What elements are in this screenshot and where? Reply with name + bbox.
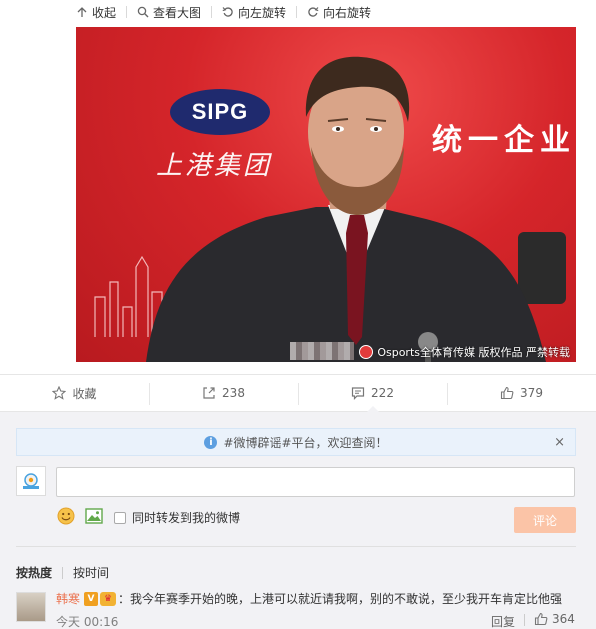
rotate-right-label: 向右旋转 — [323, 5, 372, 20]
image-icon[interactable] — [85, 508, 103, 524]
thumbs-up-icon — [534, 612, 548, 626]
like-button[interactable]: 379 — [447, 375, 596, 411]
favorite-button[interactable]: 收藏 — [0, 375, 149, 411]
verified-badge-icon: V — [84, 591, 99, 606]
like-count: 379 — [520, 386, 543, 400]
watermark-text: Osports全体育传媒 版权作品 严禁转载 — [377, 346, 570, 359]
repost-button[interactable]: 238 — [149, 375, 298, 411]
collapse-icon — [77, 7, 87, 17]
watermark-logo-icon — [359, 345, 374, 359]
comment-panel: i #微博辟谣#平台，欢迎查阅！ × 同时转发到我的微博 评论 按热度 按时间 … — [0, 412, 596, 629]
comment-count: 222 — [371, 386, 394, 400]
photo-watermark: Osports全体育传媒 版权作品 严禁转载 — [359, 344, 570, 360]
reply-button[interactable]: 回复 — [491, 613, 515, 629]
blurred-region — [290, 342, 354, 360]
collapse-label: 收起 — [92, 5, 117, 20]
comment-button[interactable]: 222 — [298, 375, 447, 412]
submit-comment-button[interactable]: 评论 — [514, 507, 576, 533]
thumbs-up-icon — [500, 386, 514, 400]
post-action-bar: 收藏 238 222 379 — [0, 374, 596, 412]
comment-text: ：我今年赛季开始的晚，上港可以就近请我啊，别的不敢说，至少我开车肯定比他强 — [118, 592, 563, 606]
commenter-avatar[interactable] — [16, 592, 46, 622]
comment-icon — [351, 387, 365, 400]
comment-sort: 按热度 按时间 — [16, 564, 109, 581]
comment-item: 韩寒 V ♛ ：我今年赛季开始的晚，上港可以就近请我啊，别的不敢说，至少我开车肯… — [56, 590, 562, 607]
rotate-right-button[interactable]: 向右旋转 — [297, 0, 381, 24]
repost-checkbox[interactable]: 同时转发到我的微博 — [114, 509, 240, 526]
rotate-left-icon — [222, 7, 233, 17]
comment-input[interactable] — [56, 467, 575, 497]
repost-checkbox-label: 同时转发到我的微博 — [132, 511, 241, 525]
section-divider — [16, 546, 576, 547]
notice-link[interactable]: #微博辟谣#平台，欢迎查阅！ — [223, 434, 387, 451]
my-avatar — [16, 466, 46, 496]
comment-like-count: 364 — [552, 612, 575, 626]
view-large-button[interactable]: 查看大图 — [127, 0, 211, 24]
weibo-logo-icon — [23, 473, 39, 489]
commenter-name[interactable]: 韩寒 — [56, 590, 80, 607]
post-photo[interactable]: SIPG 上港集团 统一企业 Osports全体育传媒 版权作品 严禁转载 — [76, 27, 576, 362]
search-icon — [137, 6, 149, 18]
person-figure — [146, 56, 546, 362]
info-icon: i — [204, 435, 218, 449]
crown-badge-icon: ♛ — [100, 591, 117, 606]
comment-like-button[interactable]: 364 — [524, 612, 575, 626]
emoji-icon[interactable] — [57, 507, 75, 525]
repost-count: 238 — [222, 386, 245, 400]
collapse-button[interactable]: 收起 — [76, 0, 126, 24]
close-icon[interactable]: × — [554, 435, 565, 450]
favorite-label: 收藏 — [72, 386, 97, 401]
comment-time: 今天 00:16 — [56, 615, 119, 629]
rotate-left-button[interactable]: 向左旋转 — [212, 0, 296, 24]
share-icon — [203, 387, 215, 399]
rotate-left-label: 向左旋转 — [238, 5, 287, 20]
checkbox-box[interactable] — [114, 511, 126, 524]
view-large-label: 查看大图 — [153, 5, 202, 20]
star-icon — [52, 386, 67, 400]
image-toolbar: 收起 查看大图 向左旋转 向右旋转 — [76, 0, 381, 24]
sort-by-hot[interactable]: 按热度 — [16, 564, 52, 581]
rotate-right-icon — [308, 7, 319, 17]
sort-by-time[interactable]: 按时间 — [73, 564, 109, 581]
sort-divider — [62, 566, 64, 579]
rumor-notice-bar: i #微博辟谣#平台，欢迎查阅！ × — [16, 428, 576, 456]
